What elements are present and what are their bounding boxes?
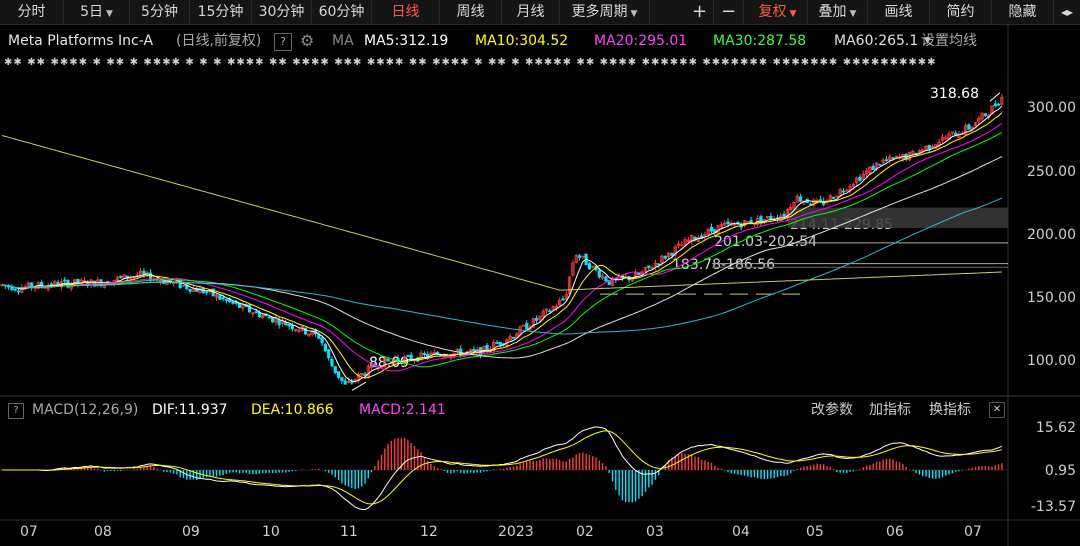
candle-body <box>680 244 684 247</box>
candle-body <box>878 163 882 166</box>
ma5-line <box>1 105 1003 383</box>
candle-body <box>525 322 529 330</box>
high-arrow <box>989 92 1001 102</box>
candle-body <box>511 336 516 339</box>
candle-body <box>350 381 354 384</box>
candle-body <box>832 196 836 199</box>
candle-body <box>340 377 344 382</box>
candle-body <box>224 299 228 302</box>
candle-body <box>485 345 489 351</box>
candle-body <box>637 272 641 276</box>
candle-body <box>333 366 337 373</box>
candle-body <box>320 337 324 344</box>
candle-body <box>406 355 410 357</box>
candle-body <box>472 349 476 351</box>
candle-body <box>327 349 331 359</box>
candle-body <box>871 165 875 171</box>
candle-body <box>142 270 146 275</box>
candle-body <box>188 288 192 292</box>
candle-body <box>858 176 862 181</box>
kline-chart[interactable] <box>0 0 1080 546</box>
candle-body <box>663 255 667 259</box>
candle-body <box>726 221 730 225</box>
candle-body <box>993 103 997 107</box>
candle-body <box>498 341 502 345</box>
candle-body <box>587 263 592 270</box>
low-arrow <box>351 381 367 391</box>
candle-body <box>13 288 17 291</box>
candle-body <box>290 325 295 330</box>
candle-body <box>204 291 209 294</box>
candle-body <box>218 295 222 300</box>
candle-body <box>782 213 786 217</box>
ma20-line <box>1 122 1003 372</box>
candle-body <box>422 353 427 355</box>
candle-body <box>983 113 988 116</box>
candle-body <box>561 298 565 301</box>
candle-body <box>363 373 367 376</box>
candle-body <box>647 265 651 268</box>
candle-body <box>891 157 895 160</box>
candle-body <box>548 310 552 313</box>
gap-box <box>788 207 1008 228</box>
candle-body <box>254 311 258 314</box>
candle-body <box>277 319 281 326</box>
candle-body <box>267 316 271 319</box>
candle-body <box>597 270 601 278</box>
macd-dif-line <box>2 426 1003 511</box>
candle-body <box>657 263 661 266</box>
candle-body <box>221 297 225 300</box>
candle-body <box>577 255 582 258</box>
candle-body <box>287 324 291 327</box>
candle-body <box>967 124 971 130</box>
candle-body <box>709 226 714 232</box>
candle-body <box>16 290 21 293</box>
candle-body <box>231 301 235 304</box>
candle-body <box>330 358 334 367</box>
ma10-line <box>1 112 1003 379</box>
candle-body <box>799 196 803 202</box>
candle-body <box>323 343 328 352</box>
candle-body <box>604 276 608 282</box>
macd-dea-line <box>2 430 1003 505</box>
candle-body <box>63 279 67 282</box>
candle-body <box>336 371 341 378</box>
ma30-line <box>1 131 1003 368</box>
candle-body <box>997 103 1001 106</box>
candle-body <box>670 253 674 256</box>
candle-body <box>343 380 347 385</box>
candle-body <box>841 190 846 193</box>
candle-body <box>386 358 390 362</box>
candle-body <box>535 317 539 321</box>
candle-body <box>927 144 931 150</box>
candle-body <box>495 342 499 345</box>
candle-body <box>119 275 123 278</box>
candle-body <box>884 159 889 162</box>
